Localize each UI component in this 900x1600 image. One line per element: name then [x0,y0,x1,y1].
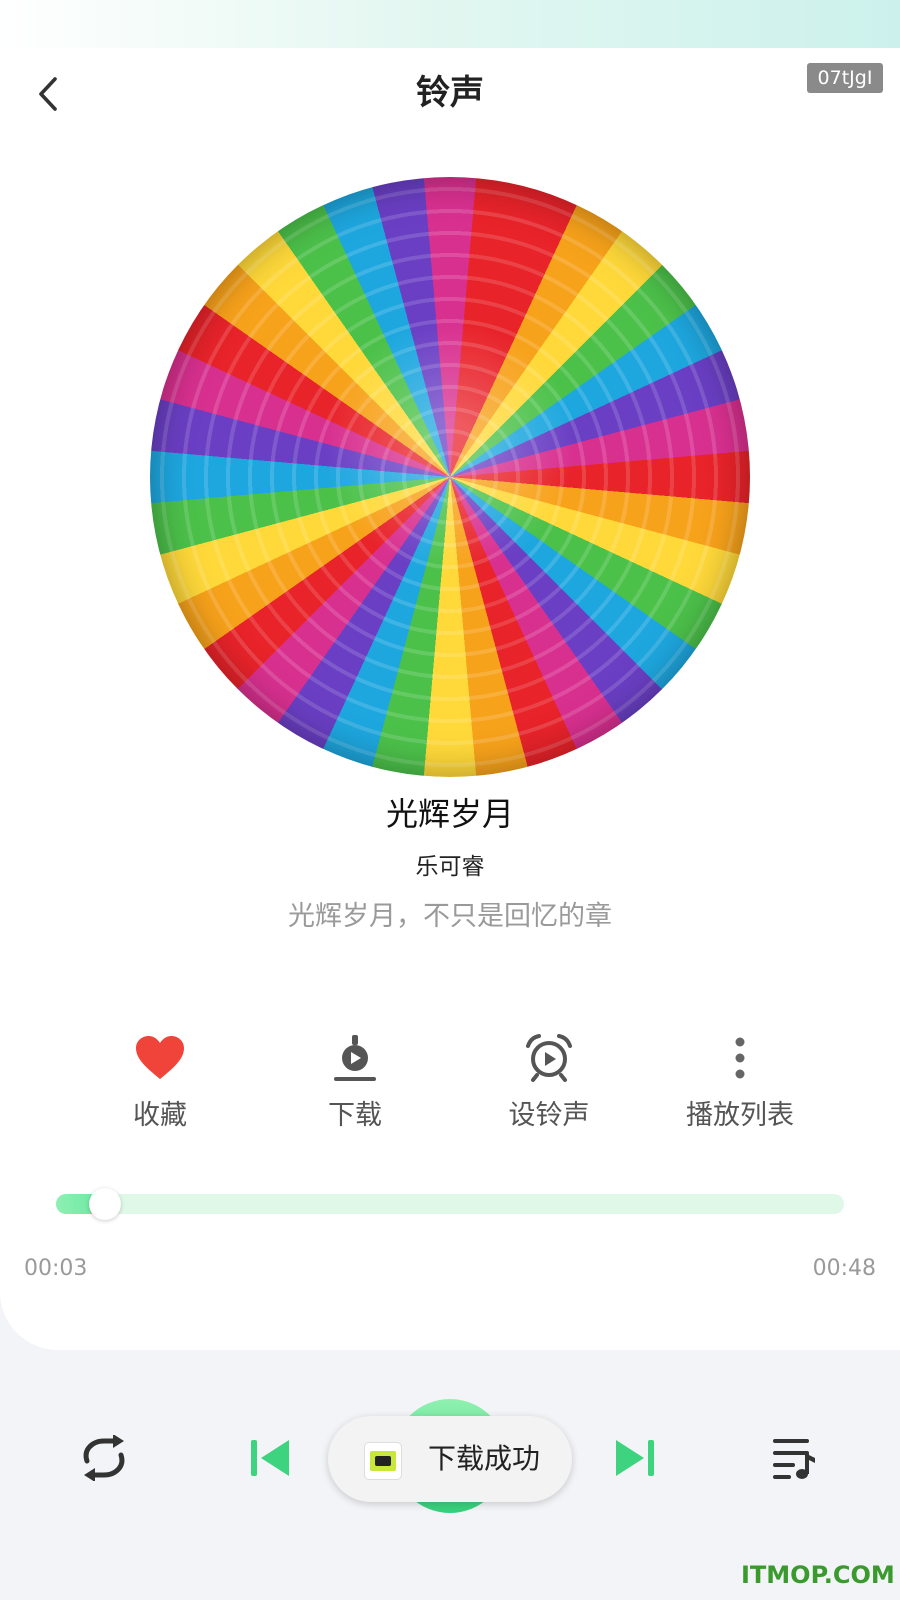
action-row: 收藏 下载 设铃声 播放列表 [0,1030,900,1140]
toast-notification: 下载成功 [328,1416,572,1502]
skip-previous-icon [251,1440,289,1476]
favorite-label: 收藏 [133,1100,187,1131]
alarm-ringtone-icon [526,1034,572,1082]
album-cover [150,177,750,777]
set-ringtone-button[interactable]: 设铃声 [469,1030,629,1140]
song-description: 光辉岁月，不只是回忆的章 [288,901,612,932]
download-label: 下载 [328,1100,382,1131]
download-icon [334,1035,376,1081]
toast-text: 下载成功 [428,1442,541,1475]
playlist-button[interactable] [764,1428,824,1488]
previous-button[interactable] [240,1428,300,1488]
progress-bar[interactable] [56,1188,844,1220]
song-title: 光辉岁月 [385,795,514,833]
page-title: 铃声 [416,73,484,113]
playlist-menu-button[interactable]: 播放列表 [660,1030,820,1140]
more-vertical-icon [735,1037,745,1079]
watermark: ITMOP.COM [741,1561,895,1589]
download-button[interactable]: 下载 [275,1030,435,1140]
favorite-button[interactable]: 收藏 [80,1030,240,1140]
set-ringtone-label: 设铃声 [508,1100,590,1131]
loop-button[interactable] [74,1428,134,1488]
playlist-label: 播放列表 [686,1100,794,1131]
progress-thumb[interactable] [89,1188,122,1220]
total-time: 00:48 [812,1256,876,1281]
song-artist: 乐可睿 [415,854,485,880]
repeat-icon [83,1435,125,1481]
next-button[interactable] [605,1428,665,1488]
id-tag: 07tJgI [807,63,883,93]
current-time: 00:03 [24,1256,88,1281]
heart-icon [136,1036,184,1079]
skip-next-icon [616,1440,654,1476]
app-icon [364,1442,402,1480]
playlist-music-icon [773,1439,815,1479]
